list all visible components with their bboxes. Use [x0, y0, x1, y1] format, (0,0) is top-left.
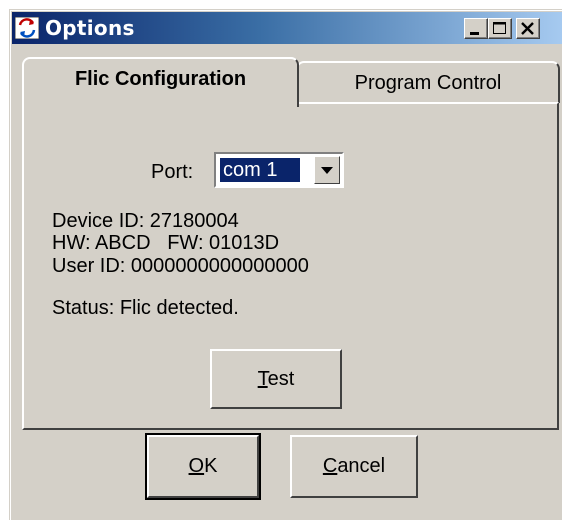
device-id-text: Device ID: 27180004 [52, 210, 239, 232]
options-dialog: Options Flic Configuration Program Contr… [9, 9, 562, 520]
flic-configuration-panel: Port: com 1 Device ID: 27180004 HW: ABCD… [22, 102, 559, 430]
window-title: Options [45, 16, 135, 40]
ok-label-rest: K [204, 455, 218, 477]
tab-flic-configuration[interactable]: Flic Configuration [22, 57, 299, 107]
test-mnemonic: T [257, 368, 268, 390]
port-select[interactable]: com 1 [214, 152, 344, 188]
cancel-mnemonic: C [322, 455, 338, 477]
close-button[interactable] [516, 18, 540, 39]
test-button[interactable]: Test [210, 349, 342, 409]
hw-fw-text: HW: ABCD FW: 01013D [52, 232, 280, 254]
ok-mnemonic: O [188, 455, 205, 477]
title-bar[interactable]: Options [12, 12, 562, 44]
minimize-icon [470, 32, 479, 35]
port-dropdown-button[interactable] [314, 156, 340, 184]
chevron-down-icon [321, 167, 333, 174]
user-id-text: User ID: 0000000000000000 [52, 255, 309, 277]
maximize-button[interactable] [488, 18, 512, 39]
port-select-value: com 1 [219, 157, 301, 183]
close-icon [521, 22, 534, 35]
tab-program-control[interactable]: Program Control [296, 61, 560, 103]
app-icon [15, 17, 39, 39]
status-text: Status: Flic detected. [52, 297, 239, 319]
ok-button[interactable]: OK [145, 433, 261, 500]
maximize-icon [493, 22, 506, 34]
minimize-button[interactable] [464, 18, 488, 39]
cancel-label-rest: ancel [337, 455, 386, 477]
port-label: Port: [151, 161, 194, 183]
cancel-button[interactable]: Cancel [290, 435, 418, 498]
test-label-rest: est [267, 368, 295, 390]
